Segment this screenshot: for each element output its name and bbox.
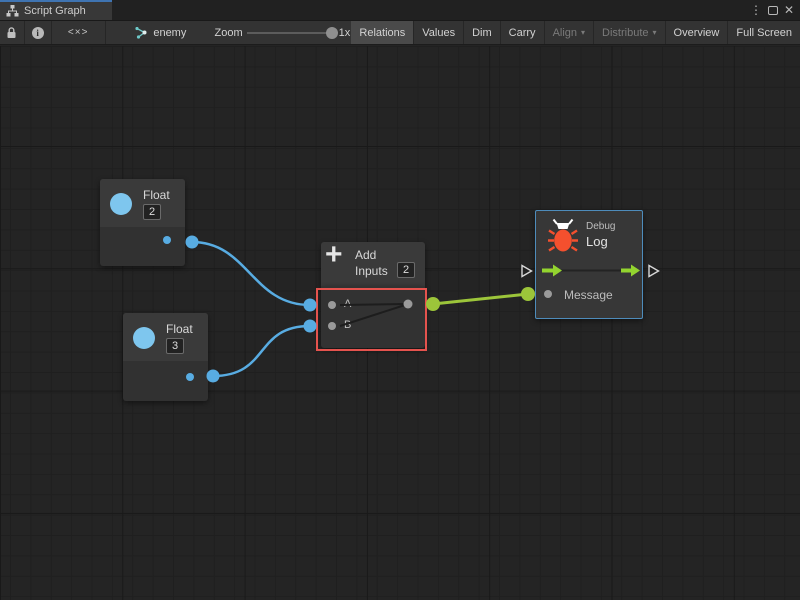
flow-input-port[interactable] [522,266,532,277]
relations-button[interactable]: Relations [351,21,414,44]
overview-button[interactable]: Overview [666,21,729,44]
fullscreen-button[interactable]: Full Screen [728,21,800,44]
wire-endpoint[interactable] [304,299,317,312]
dim-label: Dim [472,27,492,39]
dim-button[interactable]: Dim [464,21,501,44]
node-category: Debug [586,221,615,232]
carry-button[interactable]: Carry [501,21,545,44]
values-button[interactable]: Values [414,21,464,44]
flow-output-port[interactable] [649,266,659,277]
graph-canvas[interactable]: Float 2 Float 3 + Add Inputs 2 A B [0,46,800,600]
lock-icon [6,27,17,39]
code-icon: <×> [68,27,89,38]
float-value-field[interactable]: 3 [166,338,184,354]
wire-float1-to-add-a[interactable] [192,242,310,305]
code-view-button[interactable]: <×> [52,21,106,44]
add-output-port[interactable] [404,300,413,309]
inputs-count-field[interactable]: 2 [397,262,415,278]
zoom-slider-knob[interactable] [326,27,338,39]
float-type-icon [110,193,132,215]
wire-add-to-debug-message[interactable] [433,294,528,304]
tab-label: Script Graph [24,5,86,17]
wire-endpoint[interactable] [186,236,199,249]
relations-label: Relations [359,27,405,39]
float1-output-port[interactable] [163,236,171,244]
tab-script-graph[interactable]: Script Graph [0,0,112,20]
node-float-2[interactable]: Float 3 [123,313,208,401]
overview-label: Overview [674,27,720,39]
chevron-down-icon: ▾ [581,28,585,37]
align-label: Align [553,27,577,39]
script-graph-window: Script Graph ⋮ ✕ i <×> [0,0,800,600]
node-float-1[interactable]: Float 2 [100,179,185,266]
carry-label: Carry [509,27,536,39]
node-title: Add [355,248,376,262]
node-debug-log[interactable]: Debug Log Message [535,210,643,319]
node-subtitle: Inputs [355,264,388,278]
graph-reference[interactable]: enemy [135,21,213,44]
graph-toolbar: i <×> enemy Zoom 1x Relations Values Dim… [0,20,800,45]
wire-endpoint[interactable] [426,297,440,311]
wire-endpoint[interactable] [207,370,220,383]
port-label-b: B [344,319,351,331]
plus-icon: + [325,238,343,272]
zoom-slider[interactable] [247,32,335,34]
distribute-button[interactable]: Distribute ▾ [594,21,665,44]
tab-bar: Script Graph ⋮ ✕ [0,0,800,20]
message-port-label: Message [564,288,613,302]
node-add-header[interactable]: + Add Inputs 2 [321,242,425,286]
float-value-field[interactable]: 2 [143,204,161,220]
graph-ref-label: enemy [153,27,186,39]
add-input-a-port[interactable] [328,301,336,309]
lock-button[interactable] [0,21,25,44]
info-icon: i [32,27,44,39]
chevron-down-icon: ▾ [653,28,657,37]
float-type-icon [133,327,155,349]
close-icon[interactable]: ✕ [784,4,794,16]
graph-asset-icon [135,27,148,39]
wire-endpoint[interactable] [521,287,535,301]
node-title: Log [586,234,608,249]
align-button[interactable]: Align ▾ [545,21,594,44]
debug-message-port[interactable] [544,290,552,298]
float2-output-port[interactable] [186,373,194,381]
graph-hierarchy-icon [6,5,19,17]
wire-float2-to-add-b[interactable] [213,326,310,376]
window-controls: ⋮ ✕ [750,0,800,20]
distribute-label: Distribute [602,27,648,39]
port-label-a: A [344,298,351,310]
node-title: Float [166,322,193,336]
menu-icon[interactable]: ⋮ [750,4,762,16]
toolbar-gap [106,21,136,44]
zoom-value: 1x [339,27,351,39]
info-button[interactable]: i [25,21,52,44]
values-label: Values [422,27,455,39]
zoom-control: Zoom 1x [213,21,351,44]
wire-endpoint[interactable] [304,320,317,333]
bug-icon [548,218,578,254]
zoom-label: Zoom [215,27,243,39]
node-title: Float [143,188,170,202]
maximize-icon[interactable] [768,6,778,15]
fullscreen-label: Full Screen [736,27,792,39]
add-input-b-port[interactable] [328,322,336,330]
node-add-body[interactable]: A B [321,286,425,348]
